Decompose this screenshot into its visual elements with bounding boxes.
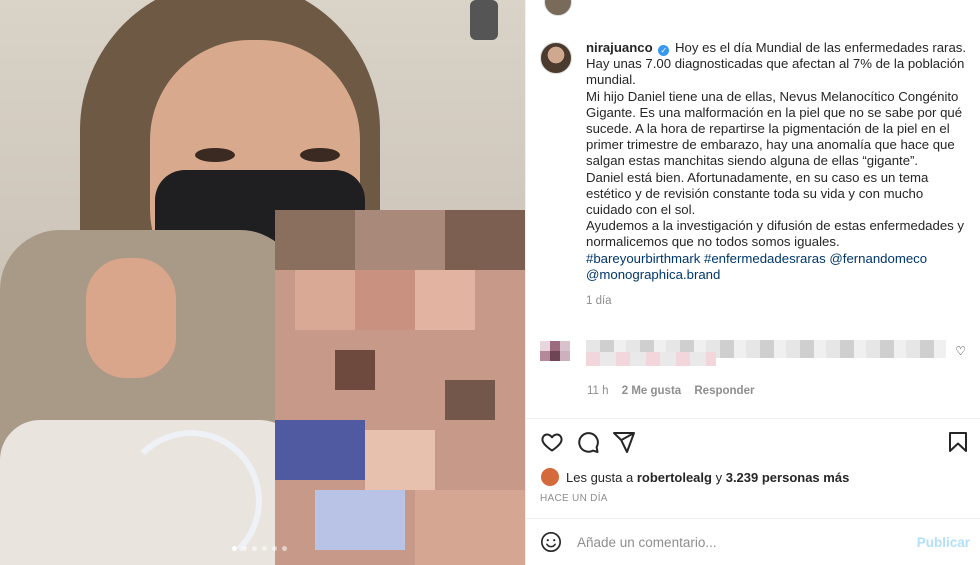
mention-link[interactable]: @monographica.brand [586, 267, 720, 282]
post-caption: nirajuanco ✓ Hoy es el día Mundial de la… [540, 40, 970, 309]
caption-line: Ayudemos a la investigación y difusión d… [586, 218, 965, 250]
pixelated-child [275, 210, 525, 565]
add-comment-bar: Añade un comentario... Publicar [540, 530, 970, 556]
bookmark-icon[interactable] [946, 430, 970, 454]
hashtag-link[interactable]: #bareyourbirthmark [586, 251, 700, 266]
header-avatar[interactable] [544, 0, 572, 16]
carousel-dot[interactable] [242, 546, 247, 551]
author-avatar[interactable] [540, 42, 572, 74]
carousel-dots[interactable] [232, 546, 287, 551]
mother-eye [300, 148, 340, 162]
commenter-avatar[interactable] [540, 336, 570, 366]
reply-button[interactable]: Responder [694, 385, 754, 397]
heart-icon[interactable] [540, 430, 564, 454]
carousel-dot[interactable] [272, 546, 277, 551]
carousel-dot[interactable] [252, 546, 257, 551]
verified-badge-icon: ✓ [658, 45, 670, 56]
divider [526, 518, 980, 519]
mention-link[interactable]: @fernandomeco [829, 251, 927, 266]
post-timestamp[interactable]: HACE UN DÍA [540, 493, 608, 504]
comment-row: ♡ [540, 336, 970, 366]
caption-line: Hay unas 7.00 diagnosticadas que afectan… [586, 56, 965, 88]
paper-plane-icon[interactable] [612, 430, 636, 454]
caption-line: Mi hijo Daniel tiene una de ellas, Nevus… [586, 88, 963, 169]
carousel-dot[interactable] [262, 546, 267, 551]
iv-tube [120, 430, 262, 565]
post-photo[interactable] [0, 0, 525, 565]
caption-line: Hoy es el día Mundial de las enfermedade… [675, 40, 967, 55]
hashtag-link[interactable]: #enfermedadesraras [704, 251, 826, 266]
likes-prefix: Les gusta a [566, 469, 634, 485]
iv-pole [470, 0, 498, 40]
carousel-dot[interactable] [232, 546, 237, 551]
comment-likes[interactable]: 2 Me gusta [622, 385, 681, 397]
liker-avatar[interactable] [540, 467, 560, 487]
likes-summary: Les gusta a robertolealg y 3.239 persona… [540, 467, 849, 487]
likes-count[interactable]: 3.239 personas más [726, 470, 850, 485]
blurred-comment-text [586, 352, 716, 366]
comment-meta: 11 h 2 Me gusta Responder [587, 385, 764, 397]
emoji-icon[interactable] [540, 531, 562, 553]
publish-button[interactable]: Publicar [917, 535, 970, 550]
comment-icon[interactable] [576, 430, 600, 454]
comment-time: 11 h [587, 385, 609, 397]
author-username[interactable]: nirajuanco [586, 40, 653, 55]
mother-hand [86, 258, 176, 378]
likes-and: y [715, 469, 723, 485]
comment-like-icon[interactable]: ♡ [955, 344, 966, 358]
post-side-panel: nirajuanco ✓ Hoy es el día Mundial de la… [525, 0, 980, 565]
caption-line: Daniel está bien. Afortunadamente, en su… [586, 169, 929, 218]
carousel-dot[interactable] [282, 546, 287, 551]
comment-input[interactable]: Añade un comentario... [577, 535, 717, 550]
liker-username[interactable]: robertolealg [637, 470, 712, 485]
post-age[interactable]: 1 día [586, 293, 970, 309]
action-bar [540, 430, 970, 454]
mother-eye [195, 148, 235, 162]
divider [526, 418, 980, 419]
